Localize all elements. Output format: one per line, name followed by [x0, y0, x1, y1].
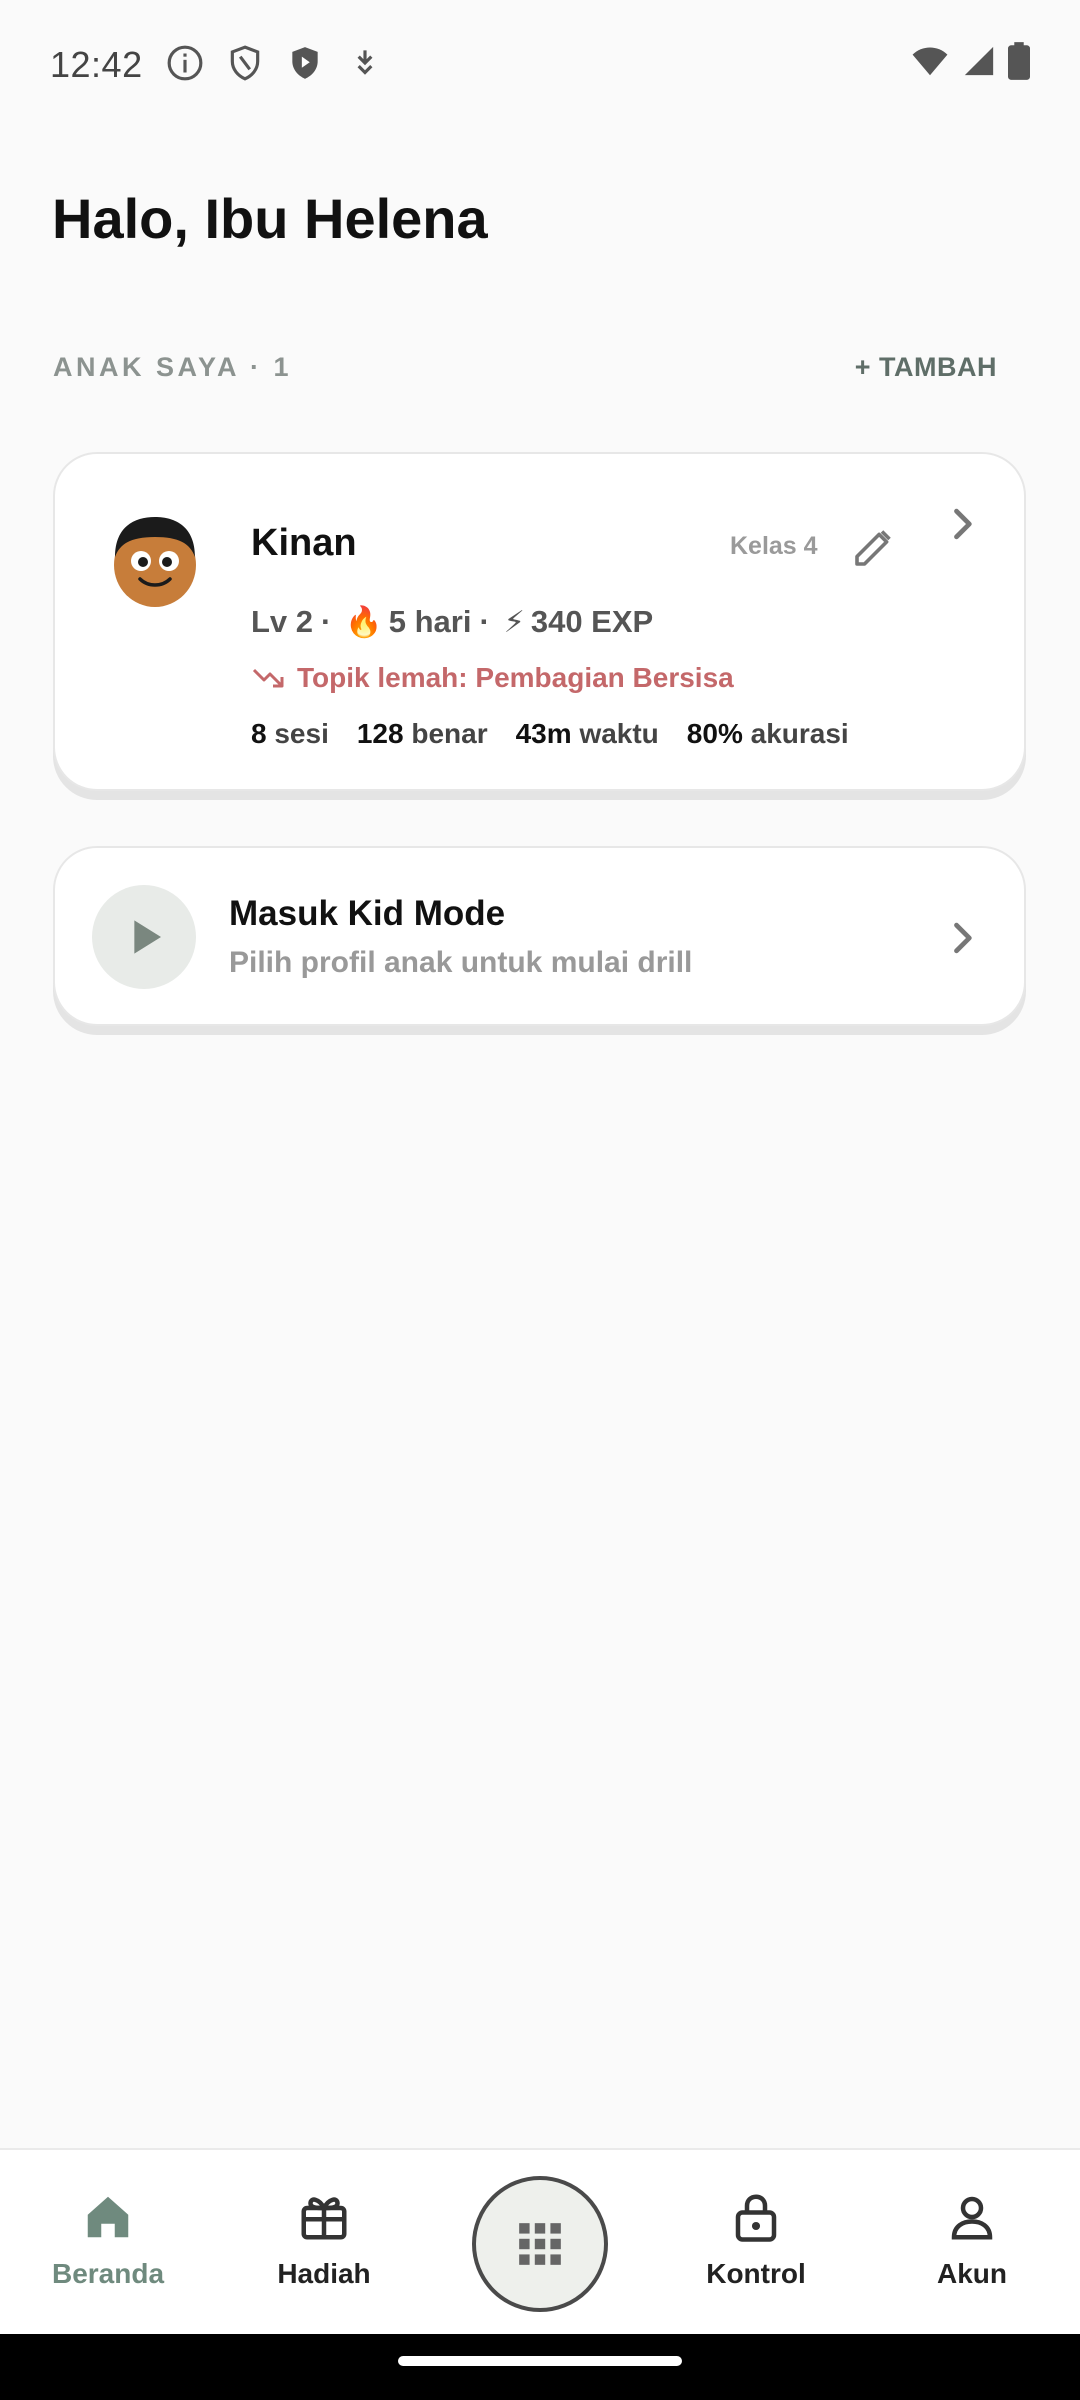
status-time: 12:42 [50, 44, 143, 85]
nav-label: Kontrol [706, 2258, 806, 2289]
play-icon [134, 920, 161, 954]
nav-label: Akun [937, 2258, 1007, 2289]
nav-item-hadiah[interactable]: Hadiah [234, 2190, 414, 2290]
metric-correct: 128 benar [356, 718, 488, 749]
pencil-icon[interactable] [851, 522, 899, 570]
child-metrics: 8 sesi 128 benar 43m waktu 80% akurasi [251, 718, 849, 750]
home-gesture-handle[interactable] [398, 2356, 682, 2366]
nav-item-beranda[interactable]: Beranda [18, 2190, 198, 2290]
child-name: Kinan [251, 522, 357, 564]
info-icon [167, 45, 203, 81]
child-avatar [114, 517, 196, 607]
metric-sessions: 8 sesi [251, 718, 329, 749]
chevron-right-icon[interactable] [940, 502, 984, 546]
gesture-area [0, 2334, 1080, 2400]
kid-mode-title: Masuk Kid Mode [229, 894, 506, 933]
status-notification-icons [166, 44, 384, 82]
lightning-icon: ⚡ [503, 604, 525, 640]
shield-outline-icon [230, 45, 260, 81]
gift-icon [301, 2197, 347, 2240]
lock-icon [735, 2194, 777, 2242]
apps-grid-button[interactable] [472, 2176, 608, 2312]
metric-accuracy: 80% akurasi [686, 718, 849, 749]
shield-play-icon [292, 47, 318, 79]
kid-mode-card[interactable]: Masuk Kid Mode Pilih profil anak untuk m… [53, 846, 1026, 1026]
battery-icon [1008, 42, 1030, 80]
status-system-icons [910, 42, 1030, 80]
person-icon [951, 2196, 993, 2240]
separator: · [479, 604, 490, 639]
child-progress-line: Lv 2 · 🔥 5 hari · ⚡ 340 EXP [251, 604, 653, 640]
children-section-label: ANAK SAYA · 1 [53, 352, 293, 382]
weak-topic-indicator: Topik lemah: Pembagian Bersisa [251, 662, 734, 694]
metric-time: 43m waktu [515, 718, 659, 749]
bottom-navigation: Beranda Hadiah Kontrol Akun [0, 2148, 1080, 2334]
grid-icon [519, 2223, 561, 2265]
kid-mode-subtitle: Pilih profil anak untuk mulai drill [229, 946, 693, 979]
nav-item-kontrol[interactable]: Kontrol [666, 2190, 846, 2290]
fire-icon: 🔥 [345, 604, 383, 640]
page-title: Halo, Ibu Helena [52, 187, 488, 250]
child-level: Lv 2 [251, 604, 314, 639]
weak-topic-text: Topik lemah: Pembagian Bersisa [297, 662, 734, 693]
wifi-icon [912, 47, 948, 76]
nav-item-akun[interactable]: Akun [882, 2190, 1062, 2290]
download-arrow-icon [357, 50, 373, 75]
status-bar: 12:42 [0, 0, 1080, 130]
play-button[interactable] [92, 885, 196, 989]
nav-label: Beranda [51, 2258, 165, 2289]
signal-icon [964, 46, 994, 76]
child-streak: 5 hari [388, 604, 472, 639]
separator: · [321, 604, 332, 639]
nav-label: Hadiah [277, 2258, 371, 2289]
add-child-button[interactable]: + TAMBAH [855, 352, 997, 383]
chevron-right-icon[interactable] [940, 916, 984, 960]
child-exp: 340 EXP [530, 604, 654, 639]
child-card[interactable]: Kinan Kelas 4 Lv 2 · 🔥 5 hari · ⚡ 340 EX… [53, 452, 1026, 791]
home-icon [87, 2196, 129, 2238]
child-grade: Kelas 4 [730, 532, 818, 560]
trending-down-icon [252, 668, 284, 688]
